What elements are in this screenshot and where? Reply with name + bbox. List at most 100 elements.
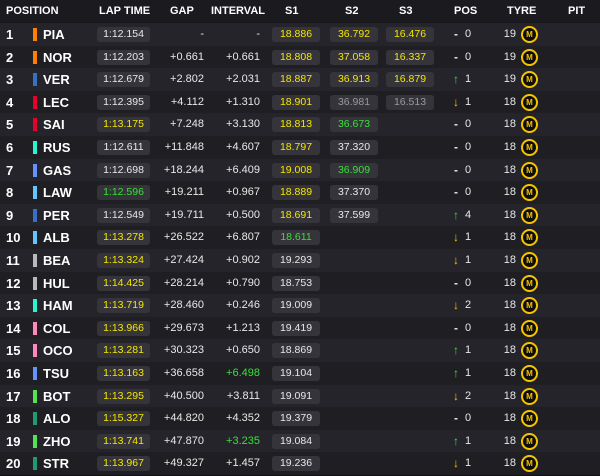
team-color-bar — [33, 367, 37, 380]
team-color-bar — [33, 457, 37, 471]
table-row[interactable]: 3 VER 1:12.679 +2.802 +2.031 18.887 36.9… — [0, 68, 600, 93]
interval: +6.807 — [226, 231, 260, 244]
position-number: 8 — [6, 185, 14, 201]
table-row[interactable]: 9 PER 1:12.549 +19.711 +0.500 18.691 37.… — [0, 203, 600, 228]
position-number: 17 — [6, 388, 21, 404]
gap-to-leader: +40.500 — [163, 389, 204, 402]
driver-code: LEC — [43, 94, 69, 110]
tyre-age: 18 — [503, 276, 516, 289]
tyre-age: 19 — [503, 73, 516, 86]
position-number: 20 — [6, 456, 21, 472]
header-s2[interactable]: S2 — [345, 5, 358, 17]
lap-time: 1:12.611 — [97, 140, 150, 155]
sector-1: 18.901 — [272, 94, 320, 110]
header-lap-time[interactable]: LAP TIME — [99, 5, 150, 17]
position-number: 16 — [6, 366, 21, 381]
dash-icon: - — [454, 185, 458, 200]
driver-code: HUL — [43, 275, 70, 291]
tyre-age: 18 — [503, 412, 516, 425]
table-row[interactable]: 10 ALB 1:13.278 +26.522 +6.807 18.611 ↓ … — [0, 226, 600, 251]
medium-tyre-icon: M — [521, 274, 538, 292]
lap-time: 1:12.698 — [97, 162, 150, 178]
table-row[interactable]: 16 TSU 1:13.163 +36.658 +6.498 19.104 ↑ … — [0, 362, 600, 386]
table-row[interactable]: 20 STR 1:13.967 +49.327 +1.457 19.236 ↓ … — [0, 452, 600, 476]
team-color-bar — [33, 321, 37, 335]
driver-code: VER — [43, 72, 70, 88]
medium-tyre-icon: M — [521, 48, 538, 66]
arrow-down-icon: ↓ — [453, 230, 459, 245]
tyre-age: 18 — [503, 118, 516, 131]
table-row[interactable]: 12 HUL 1:14.425 +28.214 +0.790 18.753 - … — [0, 271, 600, 296]
sector-1: 19.419 — [272, 320, 320, 336]
table-row[interactable]: 19 ZHO 1:13.741 +47.870 +3.235 19.084 ↑ … — [0, 429, 600, 454]
dash-icon: - — [454, 49, 458, 64]
interval: +3.811 — [226, 389, 260, 402]
position-change: 0 — [464, 186, 472, 199]
interval: +3.130 — [226, 118, 260, 131]
table-row[interactable]: 15 OCO 1:13.281 +30.323 +0.650 18.869 ↑ … — [0, 339, 600, 364]
header-gap[interactable]: GAP — [170, 5, 194, 17]
header-s1[interactable]: S1 — [285, 5, 298, 17]
interval: +1.457 — [226, 457, 260, 470]
table-row[interactable]: 6 RUS 1:12.611 +11.848 +4.607 18.797 37.… — [0, 136, 600, 160]
gap-to-leader: +28.214 — [163, 276, 204, 289]
gap-to-leader: +11.848 — [164, 141, 204, 153]
sector-1: 19.084 — [272, 433, 320, 449]
team-color-bar — [33, 389, 37, 403]
team-color-bar — [33, 141, 37, 154]
table-row[interactable]: 1 PIA 1:12.154 - - 18.886 36.792 16.476 … — [0, 23, 600, 47]
dash-icon: - — [454, 320, 458, 335]
team-color-bar — [33, 231, 37, 245]
gap-to-leader: +19.211 — [164, 186, 204, 199]
table-row[interactable]: 5 SAI 1:13.175 +7.248 +3.130 18.813 36.6… — [0, 113, 600, 138]
driver-code: GAS — [43, 162, 72, 178]
medium-tyre-icon: M — [521, 161, 538, 179]
table-row[interactable]: 4 LEC 1:12.395 +4.112 +1.310 18.901 36.9… — [0, 90, 600, 115]
table-row[interactable]: 18 ALO 1:15.327 +44.820 +4.352 19.379 - … — [0, 407, 600, 432]
lap-time: 1:12.596 — [97, 185, 150, 201]
header-s3[interactable]: S3 — [399, 5, 412, 17]
dash-icon: - — [454, 162, 458, 177]
interval: +4.607 — [226, 141, 260, 153]
header-pit[interactable]: PIT — [568, 5, 585, 17]
arrow-up-icon: ↑ — [453, 343, 459, 358]
header-pos[interactable]: POS — [454, 5, 477, 17]
header-position[interactable]: POSITION — [6, 5, 59, 17]
lap-time: 1:12.154 — [97, 27, 150, 42]
sector-1: 19.104 — [272, 366, 320, 381]
interval: +6.498 — [226, 367, 260, 379]
table-row[interactable]: 7 GAS 1:12.698 +18.244 +6.409 19.008 36.… — [0, 158, 600, 183]
gap-to-leader: +49.327 — [163, 457, 204, 470]
gap-to-leader: +18.244 — [163, 163, 204, 176]
table-row[interactable]: 17 BOT 1:13.295 +40.500 +3.811 19.091 ↓ … — [0, 384, 600, 409]
lap-time: 1:13.175 — [97, 117, 150, 133]
medium-tyre-icon: M — [521, 184, 538, 202]
sector-2: 36.673 — [330, 117, 378, 133]
timing-board: POSITION LAP TIME GAP INTERVAL S1 S2 S3 … — [0, 0, 600, 476]
tyre-age: 19 — [503, 28, 516, 40]
arrow-up-icon: ↑ — [453, 433, 459, 448]
interval: +0.790 — [226, 276, 260, 289]
header-tyre[interactable]: TYRE — [507, 5, 536, 17]
position-change: 1 — [464, 231, 472, 244]
table-row[interactable]: 11 BEA 1:13.324 +27.424 +0.902 19.293 ↓ … — [0, 249, 600, 273]
table-row[interactable]: 13 HAM 1:13.719 +28.460 +0.246 19.009 ↓ … — [0, 294, 600, 319]
driver-code: NOR — [43, 49, 72, 65]
table-row[interactable]: 2 NOR 1:12.203 +0.661 +0.661 18.808 37.0… — [0, 45, 600, 70]
sector-1: 18.797 — [272, 140, 320, 155]
tyre-age: 18 — [503, 95, 516, 108]
interval: +0.661 — [226, 50, 260, 63]
header-interval[interactable]: INTERVAL — [211, 5, 265, 17]
tyre-age: 18 — [503, 367, 516, 379]
team-color-bar — [33, 50, 37, 64]
gap-to-leader: +47.870 — [163, 434, 204, 447]
table-row[interactable]: 14 COL 1:13.966 +29.673 +1.213 19.419 - … — [0, 316, 600, 341]
driver-code: PER — [43, 207, 70, 223]
lap-time: 1:13.719 — [97, 298, 150, 314]
team-color-bar — [33, 95, 37, 109]
medium-tyre-icon: M — [521, 252, 538, 269]
driver-code: PIA — [43, 27, 65, 42]
table-row[interactable]: 8 LAW 1:12.596 +19.211 +0.967 18.889 37.… — [0, 181, 600, 206]
sector-1: 18.753 — [272, 275, 320, 291]
gap-to-leader: +28.460 — [163, 299, 204, 312]
